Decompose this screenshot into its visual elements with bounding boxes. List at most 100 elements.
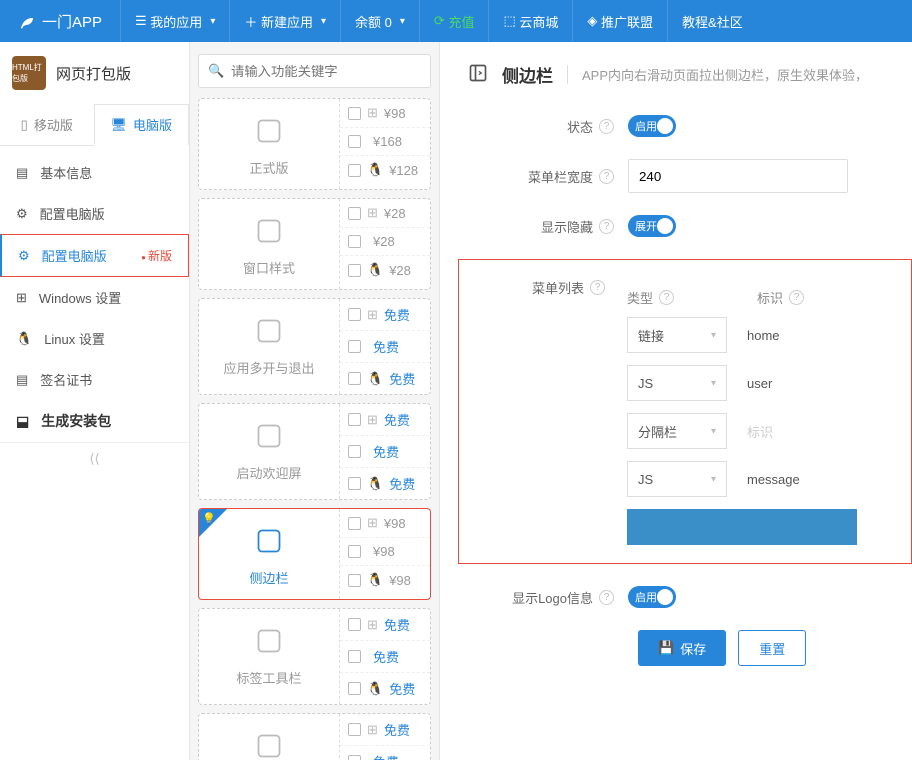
menu-list-box: 菜单列表? 类型? 标识? 链接▾homeJS▾user分隔栏▾标识JS▾mes… [458,259,912,564]
status-label: 状态? [468,117,628,136]
card-icon [199,117,339,148]
checkbox[interactable] [348,445,361,458]
checkbox[interactable] [348,682,361,695]
card-label: 侧边栏 [199,568,339,587]
main-panel: 侧边栏 APP内向右滑动页面拉出侧边栏，原生效果体验， 状态? 启用 菜单栏宽度… [440,42,912,760]
nav-balance[interactable]: 余额 0▾ [341,0,419,42]
checkbox[interactable] [348,755,361,760]
status-toggle[interactable]: 启用 [628,115,676,137]
feature-card[interactable]: 标签工具栏⊞免费免费🐧免费 [198,608,431,705]
price-text: 免费 [389,679,415,698]
checkbox[interactable] [348,517,361,530]
side-menu: ▤基本信息 ⚙配置电脑版 ⚙配置电脑版新版 ⊞Windows 设置 🐧Linux… [0,146,189,442]
checkbox[interactable] [348,413,361,426]
checkbox[interactable] [348,107,361,120]
type-select[interactable]: JS▾ [627,365,727,401]
mobile-icon: ▯ [21,117,28,133]
table-row: 链接▾ home [627,317,857,353]
doc-icon: ▤ [16,165,28,181]
tab-desktop[interactable]: 🖥电脑版 [94,104,190,146]
collapse-button[interactable]: ⟨⟨ [0,442,189,475]
save-button[interactable]: 💾保存 [638,630,726,666]
id-cell[interactable]: user [747,365,772,401]
help-icon[interactable]: ? [599,590,614,605]
menu-linux[interactable]: 🐧Linux 设置 [0,318,189,359]
menu-cert[interactable]: ▤签名证书 [0,359,189,400]
app-header: HTML打包版 网页打包版 [0,42,189,104]
os-icon: 🐧 [367,162,383,178]
type-select[interactable]: 分隔栏▾ [627,413,727,449]
feature-card[interactable]: 应用多开与退出⊞免费免费🐧免费 [198,298,431,395]
menu-config-new[interactable]: ⚙配置电脑版新版 [0,234,189,277]
feature-card[interactable]: 右键菜单⊞免费免费🐧免费 [198,713,431,760]
feature-card[interactable]: 💡侧边栏⊞¥98¥98🐧¥98 [198,508,431,600]
width-label: 菜单栏宽度? [468,167,628,186]
feature-card[interactable]: 正式版⊞¥98¥168🐧¥128 [198,98,431,190]
checkbox[interactable] [348,308,361,321]
checkbox[interactable] [348,372,361,385]
price-row: 免费 [340,331,430,363]
id-cell[interactable]: home [747,317,780,353]
help-icon[interactable]: ? [659,290,674,305]
nav-recharge[interactable]: ⟳ 充值 [420,0,489,42]
help-icon[interactable]: ? [599,219,614,234]
nav-myapps[interactable]: ☰ 我的应用▾ [121,0,229,42]
price-text: 免费 [384,305,410,324]
price-text: 免费 [373,442,399,461]
id-cell[interactable]: 标识 [747,413,773,449]
checkbox[interactable] [348,723,361,736]
type-select[interactable]: JS▾ [627,461,727,497]
os-icon: 🐧 [367,572,383,588]
search-input[interactable] [198,54,431,88]
tab-mobile[interactable]: ▯移动版 [0,104,94,145]
nav-mall[interactable]: ⬚ 云商城 [489,0,572,42]
checkbox[interactable] [348,650,361,663]
id-cell[interactable]: message [747,461,800,497]
price-row: ⊞免费 [340,609,430,641]
price-text: 免费 [389,369,415,388]
checkbox[interactable] [348,264,361,277]
feature-column: 🔍 正式版⊞¥98¥168🐧¥128窗口样式⊞¥28¥28🐧¥28应用多开与退出… [190,42,440,760]
nav-tutorial[interactable]: 教程&社区 [668,0,757,42]
checkbox[interactable] [348,340,361,353]
checkbox[interactable] [348,135,361,148]
price-row: ⊞¥28 [340,199,430,228]
price-row: 🐧¥28 [340,256,430,284]
card-icon [199,217,339,248]
chevron-down-icon: ▾ [711,330,716,341]
add-row-button[interactable] [627,509,857,545]
width-input[interactable] [628,159,848,193]
checkbox[interactable] [348,618,361,631]
nav-alliance[interactable]: ◈ 推广联盟 [573,0,667,42]
panel-header: 侧边栏 APP内向右滑动页面拉出侧边栏，原生效果体验， [468,62,912,87]
help-icon[interactable]: ? [590,280,605,295]
price-text: 免费 [384,410,410,429]
menu-basic[interactable]: ▤基本信息 [0,152,189,193]
os-icon: ⊞ [367,307,378,323]
feature-card[interactable]: 启动欢迎屏⊞免费免费🐧免费 [198,403,431,500]
brand-logo[interactable]: 一门APP [0,11,120,32]
card-label: 标签工具栏 [199,668,339,687]
menu-windows[interactable]: ⊞Windows 设置 [0,277,189,318]
menu-config[interactable]: ⚙配置电脑版 [0,193,189,234]
checkbox[interactable] [348,235,361,248]
nav-newapp[interactable]: ＋ 新建应用▾ [230,0,340,42]
help-icon[interactable]: ? [599,169,614,184]
help-icon[interactable]: ? [599,119,614,134]
price-text: 免费 [373,647,399,666]
reset-button[interactable]: 重置 [738,630,806,666]
checkbox[interactable] [348,477,361,490]
checkbox[interactable] [348,207,361,220]
checkbox[interactable] [348,545,361,558]
help-icon[interactable]: ? [789,290,804,305]
checkbox[interactable] [348,574,361,587]
price-row: ⊞免费 [340,714,430,746]
menu-build[interactable]: ⬓生成安装包 [0,400,189,442]
feature-card[interactable]: 窗口样式⊞¥28¥28🐧¥28 [198,198,431,290]
checkbox[interactable] [348,164,361,177]
device-tabs: ▯移动版 🖥电脑版 [0,104,189,146]
bulb-icon: 💡 [202,512,216,525]
show-toggle[interactable]: 展开 [628,215,676,237]
type-select[interactable]: 链接▾ [627,317,727,353]
logo-toggle[interactable]: 启用 [628,586,676,608]
